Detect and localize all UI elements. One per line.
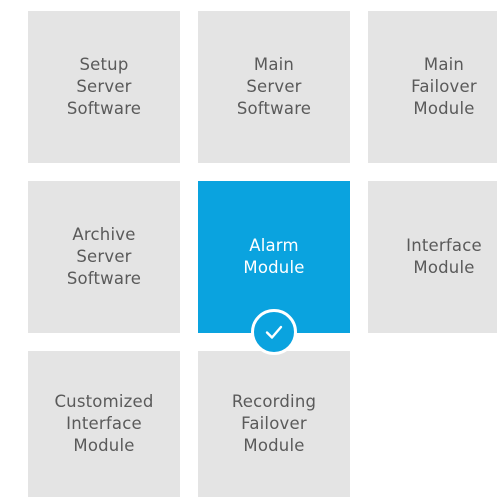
tile-label: Interface Module xyxy=(406,235,482,279)
tile-recording-failover-module[interactable]: Recording Failover Module xyxy=(198,351,350,497)
tile-label-line: Interface xyxy=(406,236,482,255)
tile-label-line: Setup xyxy=(79,55,129,74)
tile-label-line: Interface xyxy=(66,414,142,433)
tile-label: Main Failover Module xyxy=(411,54,477,120)
tile-label-line: Software xyxy=(236,99,312,118)
tile-customized-interface-module[interactable]: Customized Interface Module xyxy=(28,351,180,497)
checkmark-icon xyxy=(265,325,283,339)
tile-label-line: Module xyxy=(413,258,475,277)
tile-main-failover-module[interactable]: Main Failover Module xyxy=(368,11,497,163)
tile-label-line: Server xyxy=(76,247,132,266)
tile-label-line: Software xyxy=(66,269,142,288)
tile-label-line: Server xyxy=(76,77,132,96)
tile-setup-server-software[interactable]: Setup Server Software xyxy=(28,11,180,163)
tile-label: Recording Failover Module xyxy=(232,391,316,457)
tile-label: Main Server Software xyxy=(237,54,311,120)
tile-label: Alarm Module xyxy=(243,235,304,279)
tile-label-line: Recording xyxy=(231,392,317,411)
tile-alarm-module[interactable]: Alarm Module xyxy=(198,181,350,355)
tile-label-line: Module xyxy=(243,436,305,455)
tile-label: Archive Server Software xyxy=(67,224,141,290)
selected-check-badge xyxy=(251,309,297,355)
tile-label: Customized Interface Module xyxy=(54,391,153,457)
tile-label-line: Module xyxy=(73,436,135,455)
tile-label: Setup Server Software xyxy=(67,54,141,120)
tile-label-line: Software xyxy=(66,99,142,118)
tile-label-line: Server xyxy=(246,77,302,96)
tile-label-line: Customized xyxy=(54,392,154,411)
tile-label-line: Archive xyxy=(72,225,136,244)
tile-label-line: Alarm xyxy=(249,236,299,255)
tile-main-server-software[interactable]: Main Server Software xyxy=(198,11,350,163)
tile-label-line: Main xyxy=(423,55,465,74)
tile-label-line: Main xyxy=(253,55,295,74)
tile-archive-server-software[interactable]: Archive Server Software xyxy=(28,181,180,333)
tile-label-line: Module xyxy=(243,258,305,277)
tile-label-line: Failover xyxy=(241,414,307,433)
tile-label-line: Module xyxy=(413,99,475,118)
tile-interface-module[interactable]: Interface Module xyxy=(368,181,497,333)
tile-label-line: Failover xyxy=(411,77,477,96)
